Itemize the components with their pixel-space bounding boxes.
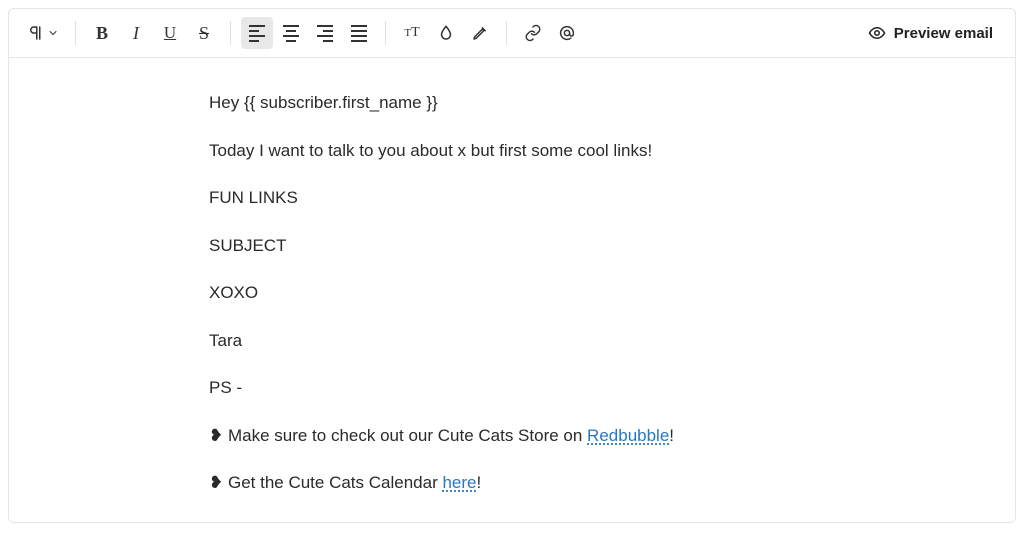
align-center-icon xyxy=(283,25,299,42)
bold-button[interactable]: B xyxy=(86,17,118,49)
link-button[interactable] xyxy=(517,17,549,49)
link-icon xyxy=(524,24,542,42)
text-size-button[interactable]: TT xyxy=(396,17,428,49)
strikethrough-icon: S xyxy=(199,23,209,44)
calendar-link[interactable]: here xyxy=(442,473,476,492)
insert-group xyxy=(517,17,583,49)
align-left-icon xyxy=(249,25,265,42)
mention-button[interactable] xyxy=(551,17,583,49)
align-right-icon xyxy=(317,25,333,42)
preview-email-button[interactable]: Preview email xyxy=(858,18,1003,48)
section-heading: FUN LINKS xyxy=(209,185,815,211)
align-left-button[interactable] xyxy=(241,17,273,49)
chevron-down-icon xyxy=(47,27,59,39)
align-justify-button[interactable] xyxy=(343,17,375,49)
greeting-line: Hey {{ subscriber.first_name }} xyxy=(209,90,815,116)
divider xyxy=(230,21,231,45)
bold-icon: B xyxy=(96,23,108,44)
alignment-group xyxy=(241,17,375,49)
ps-label: PS - xyxy=(209,375,815,401)
align-center-button[interactable] xyxy=(275,17,307,49)
divider xyxy=(506,21,507,45)
section-heading: SUBJECT xyxy=(209,233,815,259)
divider xyxy=(75,21,76,45)
email-body[interactable]: Hey {{ subscriber.first_name }} Today I … xyxy=(9,58,1015,522)
highlight-button[interactable] xyxy=(464,17,496,49)
align-right-button[interactable] xyxy=(309,17,341,49)
signature-name: Tara xyxy=(209,328,815,354)
highlighter-icon xyxy=(471,24,489,42)
text-size-icon: TT xyxy=(404,25,419,41)
color-button[interactable] xyxy=(430,17,462,49)
italic-icon: I xyxy=(133,23,139,44)
paragraph-group xyxy=(21,17,65,49)
text-format-group: B I U S xyxy=(86,17,220,49)
divider xyxy=(385,21,386,45)
at-icon xyxy=(558,24,576,42)
align-justify-icon xyxy=(351,25,367,42)
eye-icon xyxy=(868,24,886,42)
ps-item: ❥ Make sure to check out our Cute Cats S… xyxy=(209,423,815,449)
droplet-icon xyxy=(437,24,455,42)
intro-line: Today I want to talk to you about x but … xyxy=(209,138,815,164)
underline-icon: U xyxy=(164,23,176,43)
strikethrough-button[interactable]: S xyxy=(188,17,220,49)
preview-label: Preview email xyxy=(894,25,993,42)
pilcrow-icon xyxy=(27,24,45,42)
signoff: XOXO xyxy=(209,280,815,306)
redbubble-link[interactable]: Redbubble xyxy=(587,426,669,445)
italic-button[interactable]: I xyxy=(120,17,152,49)
toolbar: B I U S xyxy=(9,9,1015,58)
rich-group: TT xyxy=(396,17,496,49)
underline-button[interactable]: U xyxy=(154,17,186,49)
ps-item: ❥ Get the Cute Cats Calendar here! xyxy=(209,470,815,496)
paragraph-style-dropdown[interactable] xyxy=(21,17,65,49)
email-editor: B I U S xyxy=(8,8,1016,523)
